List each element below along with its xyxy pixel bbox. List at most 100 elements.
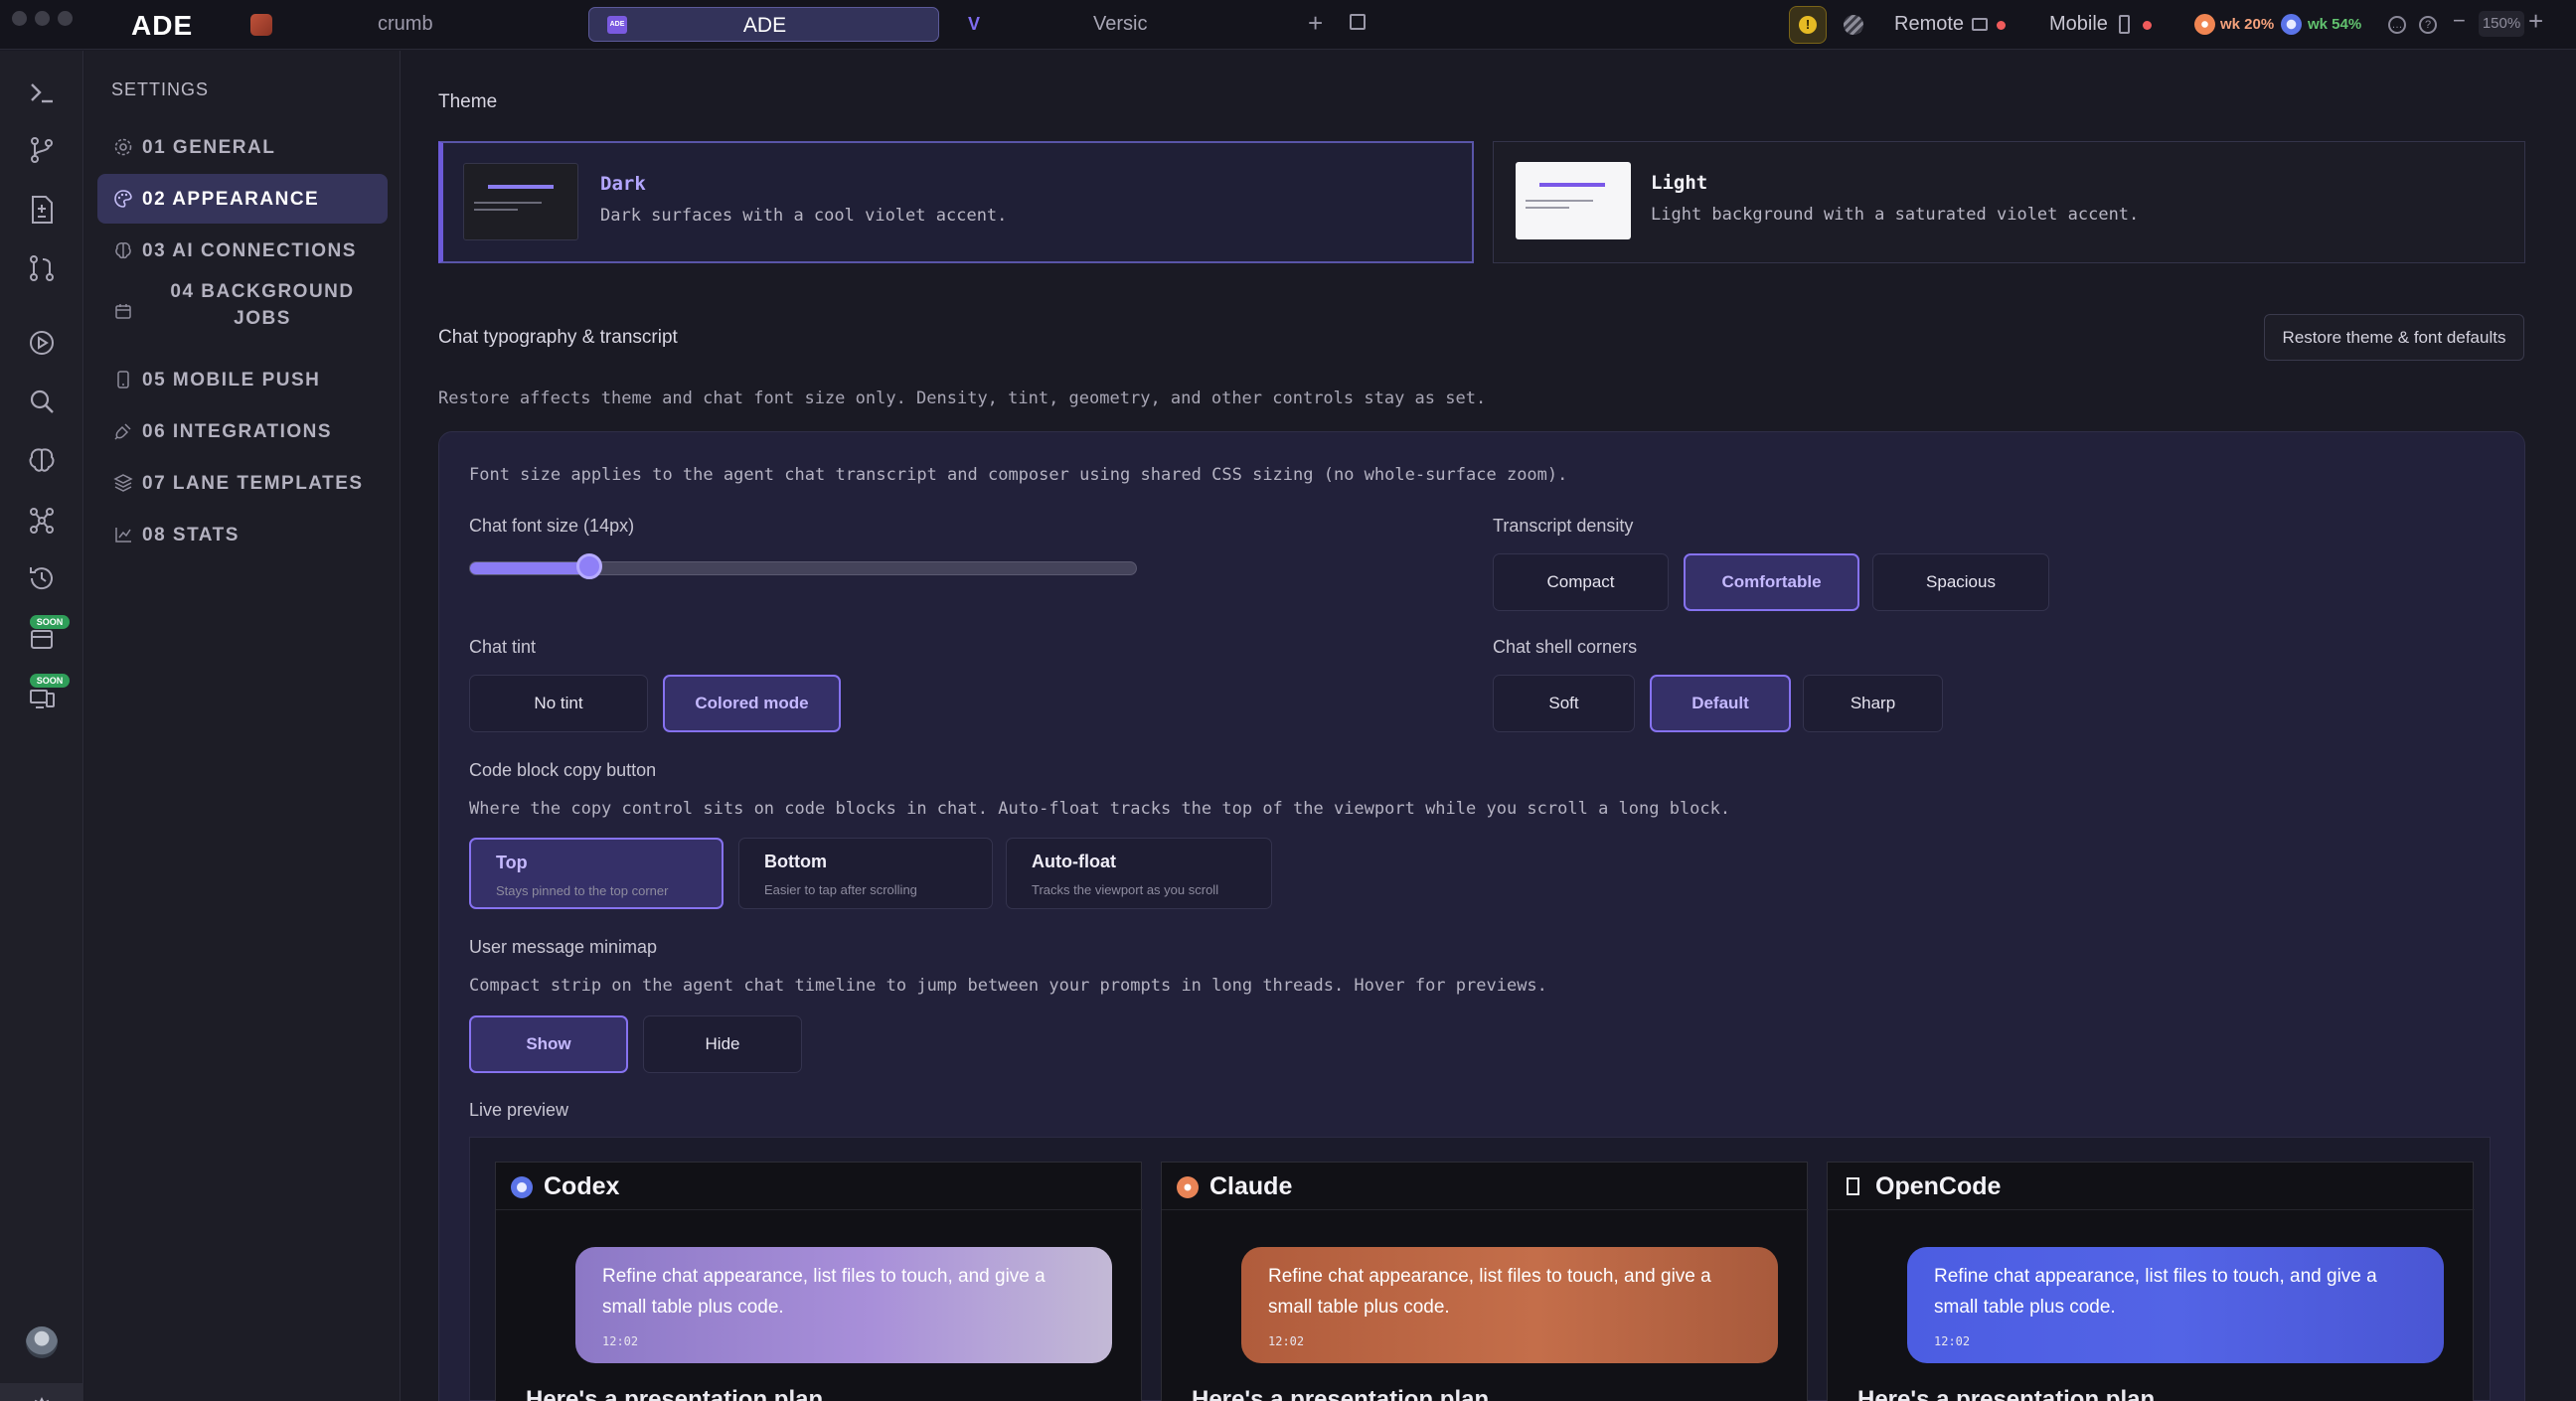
sidebar-item-mobile-push[interactable]: 05 MOBILE PUSH (97, 359, 388, 400)
font-size-slider-track[interactable] (469, 561, 1137, 575)
provider-name: OpenCode (1875, 1172, 2002, 1200)
user-message-bubble: Refine chat appearance, list files to to… (575, 1247, 1112, 1363)
file-diff-icon[interactable] (24, 192, 60, 228)
typography-heading: Chat typography & transcript (438, 327, 678, 348)
density-label: Transcript density (1493, 516, 1634, 536)
graph-nodes-icon[interactable] (24, 502, 60, 538)
preview-card-header: Claude (1162, 1163, 1809, 1210)
message-time: 12:02 (1934, 1334, 1971, 1348)
sidebar-item-ai-connections[interactable]: 03 AI CONNECTIONS (97, 230, 388, 271)
preview-card-codex: Codex Refine chat appearance, list files… (495, 1162, 1143, 1401)
theme-description: Light background with a saturated violet… (1651, 205, 2140, 225)
option-title: Auto-float (1032, 852, 1116, 871)
run-play-icon[interactable] (24, 325, 60, 361)
settings-sidebar: SETTINGS 01 GENERAL 02 APPEARANCE 03 AI … (84, 51, 401, 1401)
density-compact-button[interactable]: Compact (1493, 553, 1669, 611)
tint-colored-button[interactable]: Colored mode (663, 675, 841, 732)
settings-heading: SETTINGS (111, 79, 210, 99)
option-subtitle: Easier to tap after scrolling (764, 882, 917, 897)
sidebar-item-appearance[interactable]: 02 APPEARANCE (97, 174, 388, 224)
chart-icon (115, 528, 131, 543)
font-size-label: Chat font size (14px) (469, 516, 635, 536)
theme-option-light[interactable]: Light Light background with a saturated … (1493, 141, 2525, 263)
preview-card-header: Codex (496, 1163, 1143, 1210)
corners-sharp-button[interactable]: Sharp (1803, 675, 1943, 732)
avatar[interactable] (26, 1326, 58, 1358)
zoom-in-button[interactable]: + (2528, 6, 2543, 37)
remote-label[interactable]: Remote (1894, 13, 1964, 36)
tint-label: Chat tint (469, 637, 537, 657)
git-branch-icon[interactable] (24, 132, 60, 168)
warning-button[interactable]: ! (1789, 6, 1827, 44)
sidebar-item-background-jobs[interactable]: 04 BACKGROUND JOBS (97, 281, 388, 341)
density-spacious-button[interactable]: Spacious (1872, 553, 2049, 611)
mobile-phone-icon (2119, 15, 2130, 34)
pull-request-icon[interactable] (24, 250, 60, 286)
corners-default-button[interactable]: Default (1650, 675, 1791, 732)
option-title: Bottom (764, 852, 827, 871)
history-icon[interactable] (24, 560, 60, 596)
option-title: Top (496, 853, 528, 872)
tint-none-button[interactable]: No tint (469, 675, 648, 732)
sidebar-item-label: 01 GENERAL (142, 137, 276, 158)
settings-rail-button[interactable] (0, 1383, 83, 1401)
sidebar-item-general[interactable]: 01 GENERAL (97, 126, 388, 168)
tab-ade[interactable]: ADE ADE (588, 7, 939, 42)
popout-window-icon[interactable] (1350, 14, 1366, 30)
codex-icon (511, 1176, 533, 1198)
claude-usage-text[interactable]: wk 20% (2220, 16, 2274, 33)
minimap-show-button[interactable]: Show (469, 1015, 628, 1073)
message-text: Refine chat appearance, list files to to… (1268, 1266, 1711, 1318)
provider-name: Claude (1209, 1172, 1293, 1200)
brain-icon[interactable] (24, 442, 60, 478)
light-theme-thumbnail (1516, 162, 1631, 239)
claude-usage-icon (2194, 14, 2215, 35)
mobile-label[interactable]: Mobile (2049, 13, 2108, 36)
tab-versic[interactable]: Versic (1093, 13, 1147, 36)
claude-icon (1177, 1176, 1199, 1198)
density-comfortable-button[interactable]: Comfortable (1684, 553, 1859, 611)
sidebar-item-stats[interactable]: 08 STATS (97, 514, 388, 555)
corners-soft-button[interactable]: Soft (1493, 675, 1635, 732)
project-color-icon[interactable] (250, 14, 272, 36)
warning-icon: ! (1799, 16, 1817, 34)
theme-heading: Theme (438, 91, 498, 112)
help-icon[interactable]: ? (2419, 16, 2437, 34)
new-tab-button[interactable]: + (1308, 8, 1323, 39)
font-size-slider-thumb[interactable] (575, 553, 602, 579)
sidebar-item-integrations[interactable]: 06 INTEGRATIONS (97, 410, 388, 452)
zoom-level[interactable]: 150% (2479, 11, 2524, 37)
remote-screen-icon (1972, 18, 1988, 31)
provider-name: Codex (544, 1172, 620, 1200)
zoom-out-button[interactable]: − (2453, 8, 2466, 34)
search-icon[interactable] (24, 384, 60, 419)
codex-usage-icon (2281, 14, 2302, 35)
minimap-hide-button[interactable]: Hide (643, 1015, 802, 1073)
window-zoom-button[interactable] (58, 11, 73, 26)
calendar-icon (115, 304, 131, 319)
gear-icon (114, 138, 132, 156)
network-status-icon[interactable] (1844, 15, 1863, 35)
live-preview-label: Live preview (469, 1100, 569, 1120)
codex-usage-text[interactable]: wk 54% (2308, 16, 2361, 33)
option-subtitle: Tracks the viewport as you scroll (1032, 882, 1219, 897)
copy-position-autofloat-button[interactable]: Auto-float Tracks the viewport as you sc… (1006, 838, 1272, 909)
font-size-note: Font size applies to the agent chat tran… (469, 465, 1568, 485)
minimap-label: User message minimap (469, 937, 658, 957)
appearance-settings-panel: Theme Dark Dark surfaces with a cool vio… (402, 51, 2576, 1401)
icon-rail: SOON SOON (0, 51, 83, 1401)
message-time: 12:02 (1268, 1334, 1305, 1348)
message-text: Refine chat appearance, list files to to… (602, 1266, 1046, 1318)
copy-position-top-button[interactable]: Top Stays pinned to the top corner (469, 838, 724, 909)
window-minimize-button[interactable] (35, 11, 50, 26)
theme-option-dark[interactable]: Dark Dark surfaces with a cool violet ac… (438, 141, 1474, 263)
copy-position-bottom-button[interactable]: Bottom Easier to tap after scrolling (738, 838, 993, 909)
chat-bubble-icon[interactable]: … (2388, 16, 2406, 34)
terminal-icon[interactable] (24, 75, 60, 110)
breadcrumb[interactable]: crumb (378, 13, 433, 36)
window-close-button[interactable] (12, 11, 27, 26)
user-message-bubble: Refine chat appearance, list files to to… (1241, 1247, 1778, 1363)
restore-defaults-button[interactable]: Restore theme & font defaults (2264, 314, 2524, 361)
sidebar-item-label-line2: JOBS (234, 308, 291, 329)
sidebar-item-lane-templates[interactable]: 07 LANE TEMPLATES (97, 462, 388, 504)
